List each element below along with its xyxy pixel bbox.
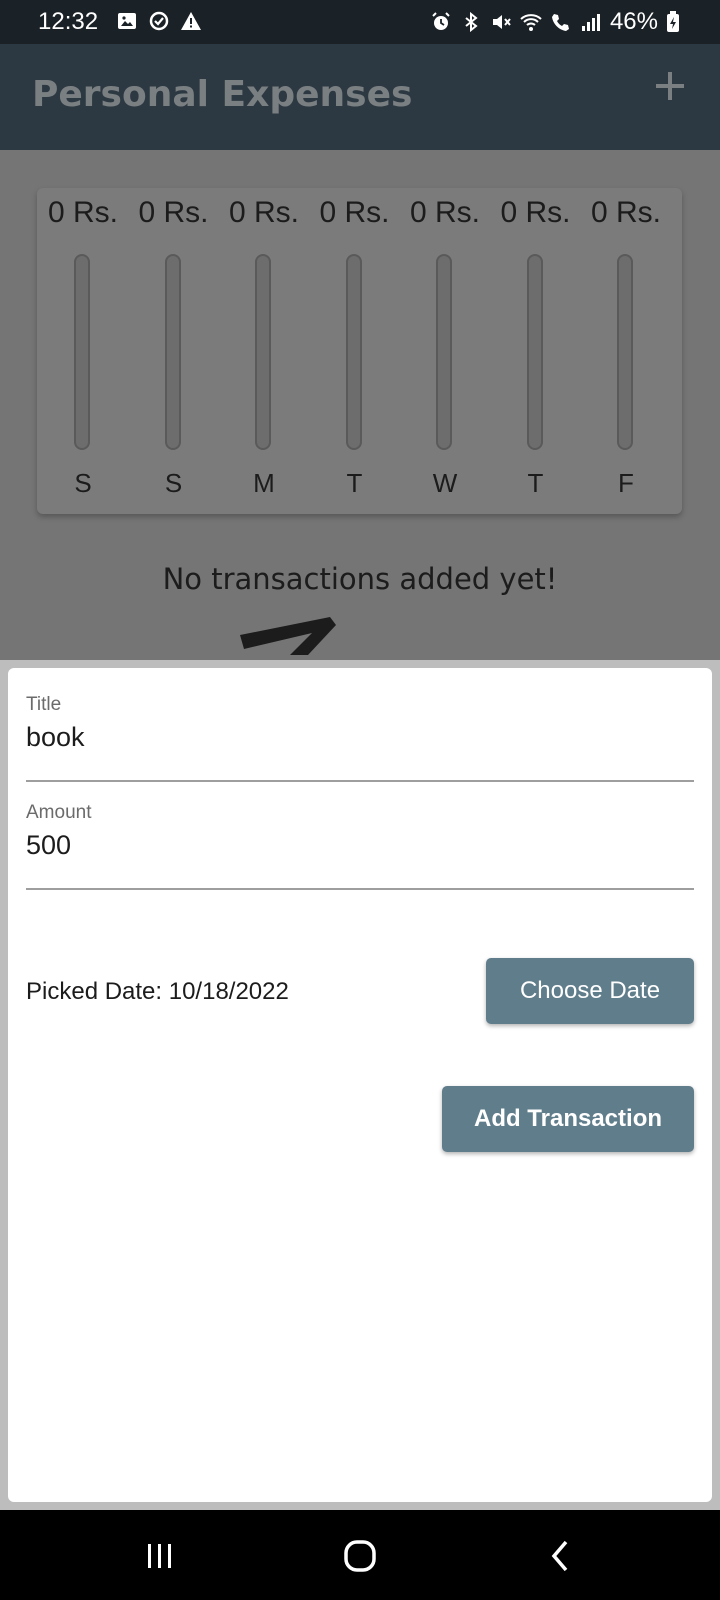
chart-column: 0 Rs. S bbox=[37, 188, 129, 514]
page-title: Personal Expenses bbox=[32, 74, 413, 115]
back-icon[interactable] bbox=[542, 1538, 582, 1574]
app-bar: Personal Expenses bbox=[0, 44, 720, 150]
chart-bar bbox=[345, 254, 362, 450]
chart-amount-label: 0 Rs. bbox=[319, 196, 390, 229]
chart-bar bbox=[74, 254, 90, 450]
chart-bar bbox=[617, 254, 633, 450]
chart-bar bbox=[526, 254, 543, 450]
navigation-bar bbox=[0, 1510, 720, 1600]
battery-level: 46% bbox=[609, 8, 658, 35]
title-field[interactable]: Title book bbox=[26, 694, 694, 782]
chart-amount-label: 0 Rs. bbox=[590, 196, 662, 229]
wifi-calling-icon bbox=[551, 14, 569, 31]
bluetooth-icon bbox=[465, 11, 478, 33]
picked-date-text: Picked Date: 10/18/2022 bbox=[26, 978, 289, 1005]
amount-label: Amount bbox=[26, 802, 92, 823]
empty-illustration bbox=[240, 617, 336, 655]
mute-icon bbox=[492, 15, 511, 29]
chart-column: 0 Rs. M bbox=[218, 188, 310, 514]
sync-icon bbox=[149, 11, 169, 31]
chart-amount-label: 0 Rs. bbox=[500, 196, 571, 229]
chart-amount-label: 0 Rs. bbox=[138, 196, 209, 229]
main-content: 0 Rs. S 0 Rs. S 0 Rs. M 0 Rs. T 0 Rs. W 0 Rs. T 0 Rs… bbox=[0, 150, 720, 660]
gallery-icon bbox=[118, 13, 136, 29]
add-transaction-button[interactable]: Add Transaction bbox=[442, 1086, 694, 1152]
chart-column: 0 Rs. W bbox=[399, 188, 491, 514]
chart-day-label: S bbox=[74, 468, 92, 498]
chart-column: 0 Rs. F bbox=[580, 188, 672, 514]
signal-icon bbox=[581, 14, 600, 31]
new-transaction-sheet: Title book Amount 500 Picked Date: 10/18… bbox=[8, 668, 712, 1502]
chart-amount-label: 0 Rs. bbox=[409, 196, 481, 229]
chart-bar bbox=[164, 254, 181, 450]
choose-date-button[interactable]: Choose Date bbox=[486, 958, 694, 1024]
chart-column: 0 Rs. T bbox=[309, 188, 401, 514]
warning-icon bbox=[181, 12, 201, 30]
home-icon[interactable] bbox=[340, 1538, 380, 1574]
chart-column: 0 Rs. T bbox=[490, 188, 582, 514]
status-bar: 12:32 46% bbox=[0, 0, 720, 44]
title-input[interactable]: book bbox=[26, 722, 694, 753]
wifi-icon bbox=[520, 14, 542, 31]
battery-charging-icon bbox=[667, 11, 679, 32]
chart-column: 0 Rs. S bbox=[128, 188, 220, 514]
chart-day-label: S bbox=[164, 468, 183, 498]
title-underline bbox=[26, 780, 694, 782]
status-notification-icons bbox=[116, 10, 202, 32]
recent-apps-icon[interactable] bbox=[140, 1538, 180, 1574]
chart-day-label: M bbox=[253, 468, 275, 498]
alarm-icon bbox=[432, 12, 450, 30]
empty-message: No transactions added yet! bbox=[162, 562, 558, 596]
amount-underline bbox=[26, 888, 694, 890]
status-system-icons: 46% bbox=[430, 8, 680, 36]
amount-input[interactable]: 500 bbox=[26, 830, 694, 861]
plus-icon[interactable] bbox=[650, 66, 690, 106]
weekly-chart: 0 Rs. S 0 Rs. S 0 Rs. M 0 Rs. T 0 Rs. W 0 Rs. T 0 Rs… bbox=[37, 188, 682, 514]
amount-field[interactable]: Amount 500 bbox=[26, 802, 694, 890]
status-time: 12:32 bbox=[38, 8, 99, 35]
chart-bar bbox=[255, 254, 271, 450]
chart-bar bbox=[436, 254, 452, 450]
title-label: Title bbox=[26, 694, 62, 715]
chart-day-label: T bbox=[346, 468, 363, 498]
chart-amount-label: 0 Rs. bbox=[228, 196, 300, 229]
chart-day-label: T bbox=[527, 468, 544, 498]
chart-day-label: F bbox=[618, 468, 634, 498]
chart-amount-label: 0 Rs. bbox=[47, 196, 119, 229]
chart-day-label: W bbox=[432, 468, 458, 498]
